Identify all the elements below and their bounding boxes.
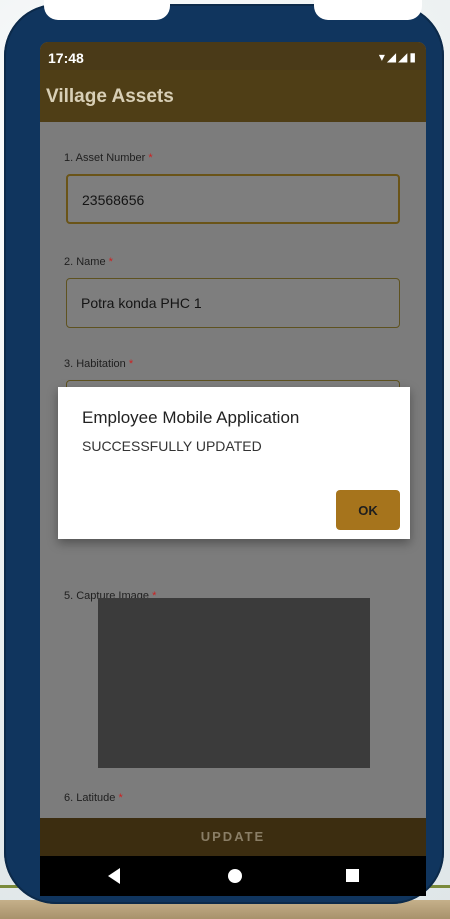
app-bar: Village Assets <box>40 70 426 122</box>
dialog-title: Employee Mobile Application <box>82 408 300 427</box>
name-label: 2. Name * <box>64 256 113 268</box>
dialog-message: SUCCESSFULLY UPDATED <box>82 438 262 454</box>
required-mark: * <box>118 792 123 804</box>
status-icons: ▾◢◢▮ <box>378 50 418 64</box>
home-icon[interactable] <box>228 869 242 883</box>
page-title: Village Assets <box>46 86 174 107</box>
recents-icon[interactable] <box>346 869 359 882</box>
phone-frame: 17:48 ▾◢◢▮ Village Assets 1. Asset Numbe… <box>4 0 444 904</box>
system-nav-bar <box>40 856 426 896</box>
camera-cutout-left <box>44 0 170 20</box>
latitude-label: 6. Latitude * <box>64 792 123 804</box>
alert-dialog: Employee Mobile Application SUCCESSFULLY… <box>58 387 410 539</box>
back-icon[interactable] <box>108 868 120 884</box>
update-button[interactable]: UPDATE <box>40 818 426 856</box>
required-mark: * <box>108 256 113 268</box>
camera-cutout-right <box>314 0 422 20</box>
habitation-label: 3. Habitation * <box>64 358 134 370</box>
required-mark: * <box>148 152 153 164</box>
required-mark: * <box>128 358 134 370</box>
status-bar: 17:48 ▾◢◢▮ <box>40 42 426 70</box>
asset-number-input[interactable]: 23568656 <box>66 174 400 224</box>
asset-number-label: 1. Asset Number * <box>64 152 153 164</box>
ok-button[interactable]: OK <box>336 490 400 530</box>
captured-image-preview[interactable] <box>98 598 370 768</box>
status-time: 17:48 <box>48 50 84 66</box>
name-input[interactable]: Potra konda PHC 1 <box>66 278 400 328</box>
